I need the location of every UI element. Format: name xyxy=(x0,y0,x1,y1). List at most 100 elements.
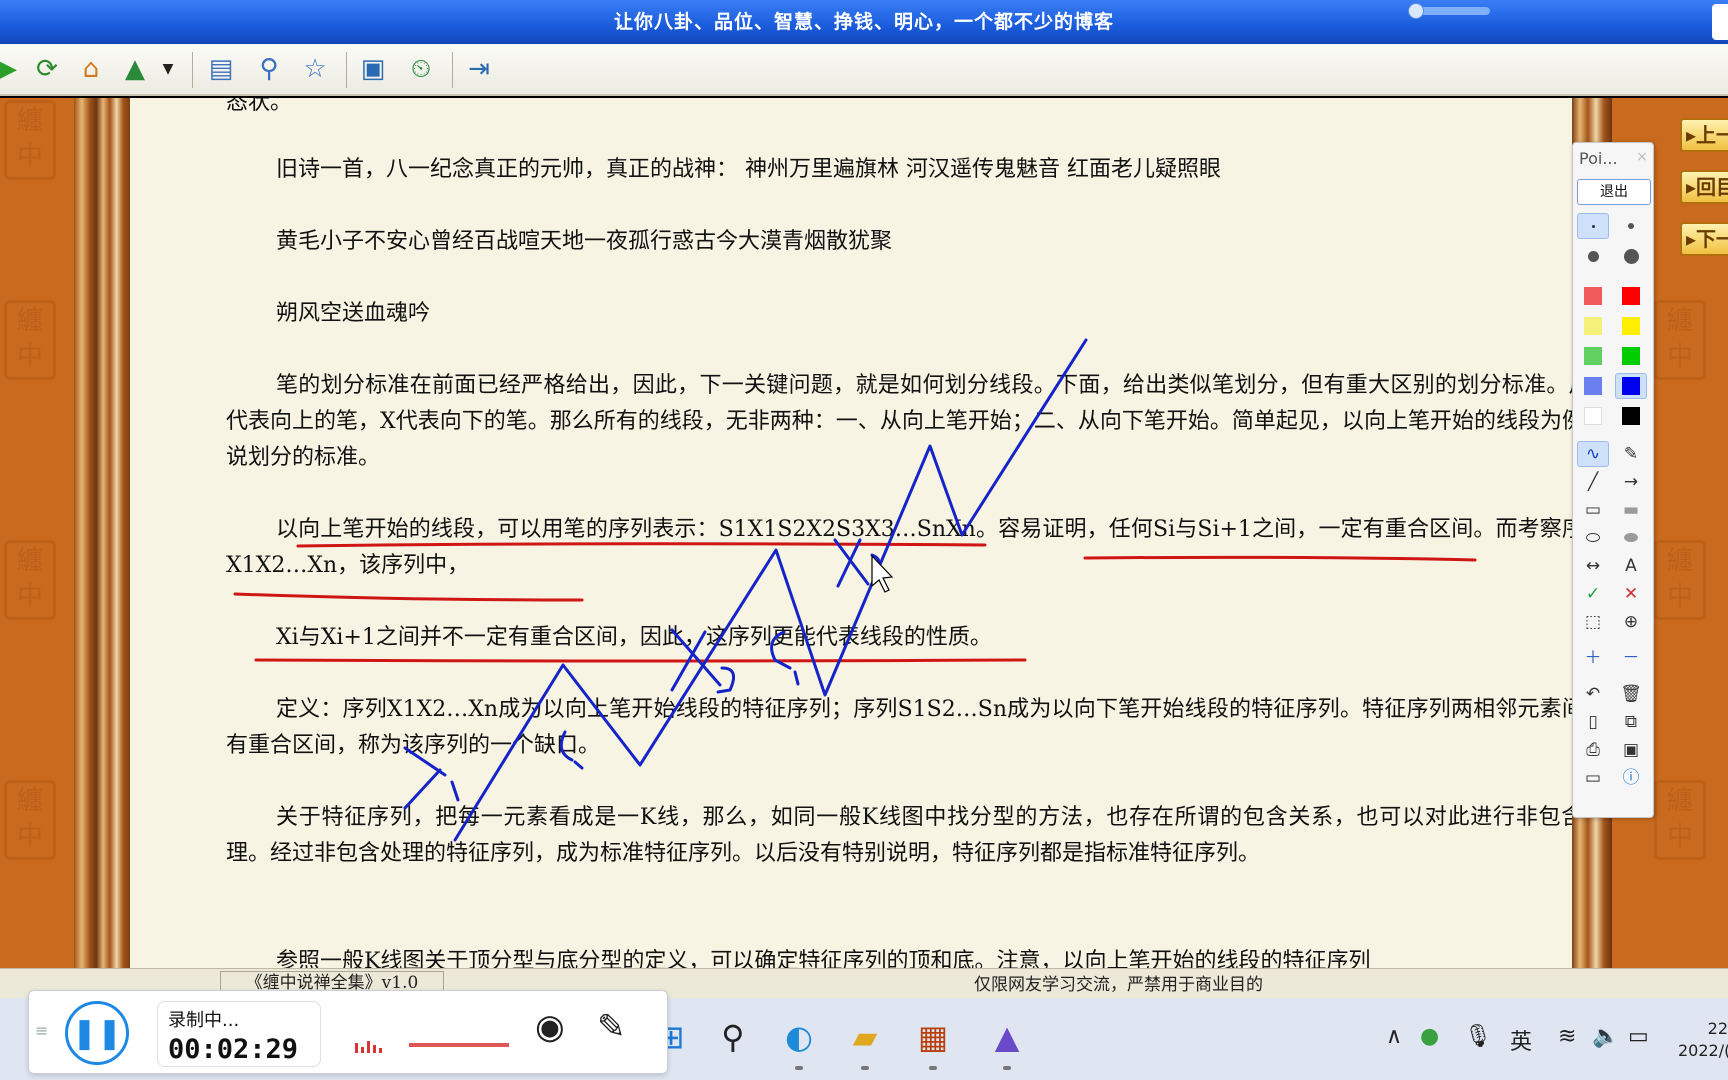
recording-status-box: 录制中... 00:02:29 xyxy=(157,1001,321,1067)
webcam-icon[interactable]: ◉ xyxy=(535,1007,565,1047)
pause-icon: ❚❚ xyxy=(71,1015,123,1051)
color-white xyxy=(1584,407,1602,425)
window-control[interactable] xyxy=(1712,4,1728,40)
favorite-icon[interactable]: ☆ xyxy=(298,52,332,86)
file-explorer-icon[interactable]: ▰ xyxy=(842,1014,888,1070)
rectangle-icon[interactable]: ▭ xyxy=(1577,497,1609,523)
exit-button[interactable]: 退出 xyxy=(1577,179,1651,205)
history-icon[interactable]: ⏲ xyxy=(404,52,438,86)
drag-handle-icon[interactable]: ≡ xyxy=(35,1021,48,1040)
tree-icon[interactable]: ▲ xyxy=(118,52,152,86)
system-clock[interactable]: 22 2022/( xyxy=(1678,1018,1728,1062)
toolbar-separator xyxy=(192,52,193,88)
color-swatch[interactable] xyxy=(1615,313,1647,339)
info-icon[interactable]: ⓘ xyxy=(1615,765,1647,791)
color-light-yellow xyxy=(1584,317,1602,335)
seal-stamp: 纏中 xyxy=(4,780,56,860)
pointer-tool-palette: Poi... × 退出 ∿ ✎ ╱ → ▭ ▬ ⬭ ⬬ ↔ A ✓ ✕ ⬚ ⊕ … xyxy=(1572,142,1654,818)
search-icon[interactable]: ⚲ xyxy=(710,1014,756,1060)
panel-icon[interactable]: ▤ xyxy=(204,52,238,86)
color-swatch[interactable] xyxy=(1577,343,1609,369)
close-icon[interactable]: × xyxy=(1633,149,1651,167)
input-method-indicator[interactable]: 英 xyxy=(1510,1024,1532,1056)
filled-rectangle-icon[interactable]: ▬ xyxy=(1615,497,1647,523)
color-swatch[interactable] xyxy=(1577,403,1609,429)
edge-browser-icon[interactable]: ◐ xyxy=(776,1014,822,1070)
filled-ellipse-icon[interactable]: ⬬ xyxy=(1615,525,1647,551)
color-swatch[interactable] xyxy=(1615,403,1647,429)
zoom-icon[interactable]: ⊕ xyxy=(1615,609,1647,635)
battery-icon[interactable]: ▭ xyxy=(1628,1024,1649,1049)
chevron-up-icon[interactable]: ∧ xyxy=(1386,1024,1402,1049)
highlighter-icon[interactable]: ✎ xyxy=(1615,441,1647,467)
paragraph: 旧诗一首，八一纪念真正的元帅，真正的战神： 神州万里遍旗林 河汉遥传鬼魅音 红面… xyxy=(276,157,1221,182)
text-fragment: 态状。 xyxy=(226,98,293,115)
home-icon[interactable]: ⌂ xyxy=(74,52,108,86)
print-icon[interactable]: ⎙ xyxy=(1577,737,1609,763)
color-swatch[interactable] xyxy=(1615,373,1647,399)
undo-icon[interactable]: ↶ xyxy=(1577,681,1609,707)
recorder-app-icon[interactable]: ▲ xyxy=(984,1014,1030,1070)
color-swatch[interactable] xyxy=(1577,283,1609,309)
line-icon[interactable]: ╱ xyxy=(1577,469,1609,495)
page-icon[interactable]: ▯ xyxy=(1577,709,1609,735)
seal-stamp: 纏中 xyxy=(1654,540,1706,620)
running-indicator xyxy=(1003,1066,1011,1070)
paragraph: 笔的划分标准在前面已经严格给出，因此，下一关键问题，就是如何划分线段。下面，给出… xyxy=(226,373,1572,470)
volume-icon[interactable]: 🔈 xyxy=(1592,1024,1619,1049)
seal-stamp: 纏中 xyxy=(1654,780,1706,860)
palette-title: Poi... xyxy=(1579,149,1618,168)
double-arrow-icon[interactable]: ↔ xyxy=(1577,553,1609,579)
window-icon[interactable]: ▣ xyxy=(356,52,390,86)
refresh-icon[interactable]: ⟳ xyxy=(30,52,64,86)
screen-icon[interactable]: ▭ xyxy=(1577,765,1609,791)
seal-stamp: 纏中 xyxy=(4,540,56,620)
save-icon[interactable]: ▣ xyxy=(1615,737,1647,763)
color-swatch[interactable] xyxy=(1577,373,1609,399)
article-page: 态状。 旧诗一首，八一纪念真正的元帅，真正的战神： 神州万里遍旗林 河汉遥传鬼魅… xyxy=(130,98,1572,968)
forward-icon[interactable]: ▶ xyxy=(0,52,24,86)
cross-icon[interactable]: ✕ xyxy=(1615,581,1647,607)
dropdown-icon[interactable]: ▼ xyxy=(158,52,178,86)
ellipse-icon[interactable]: ⬭ xyxy=(1577,525,1609,551)
clock-time: 22 xyxy=(1707,1019,1728,1038)
arrow-icon[interactable]: → xyxy=(1615,469,1647,495)
screen-recorder-widget: ≡ ❚❚ 录制中... 00:02:29 ◉ ✎ xyxy=(28,990,668,1074)
chan-app-icon[interactable]: ▦ xyxy=(910,1014,956,1070)
pen-size-4[interactable] xyxy=(1615,243,1647,269)
color-swatch[interactable] xyxy=(1615,283,1647,309)
microphone-icon[interactable]: 🎙 xyxy=(1464,1024,1492,1049)
pen-size-3[interactable] xyxy=(1577,243,1609,269)
exit-icon[interactable]: ⇥ xyxy=(462,52,496,86)
pen-size-2[interactable] xyxy=(1615,213,1647,239)
minus-icon[interactable]: － xyxy=(1615,645,1647,671)
color-black xyxy=(1622,407,1640,425)
app-tray-icon[interactable]: ● xyxy=(1420,1024,1439,1049)
prev-page-button[interactable]: ▸上一 xyxy=(1680,118,1728,152)
color-swatch[interactable] xyxy=(1615,343,1647,369)
toc-button[interactable]: ▸回目 xyxy=(1680,170,1728,204)
audio-level-meter xyxy=(355,1011,385,1053)
copy-icon[interactable]: ⧉ xyxy=(1615,709,1647,735)
wifi-icon[interactable]: ≋ xyxy=(1558,1024,1576,1049)
pause-button[interactable]: ❚❚ xyxy=(65,1001,129,1065)
plus-icon[interactable]: ＋ xyxy=(1577,645,1609,671)
color-swatch[interactable] xyxy=(1577,313,1609,339)
pen-icon[interactable]: ✎ xyxy=(597,1007,626,1047)
pen-size-1[interactable] xyxy=(1577,213,1609,239)
crop-icon[interactable]: ⬚ xyxy=(1577,609,1609,635)
seal-stamp: 纏中 xyxy=(4,300,56,380)
volume-slider[interactable] xyxy=(409,1043,509,1047)
trash-icon[interactable]: 🗑 xyxy=(1615,681,1647,707)
status-notice: 仅限网友学习交流，严禁用于商业目的 xyxy=(974,975,1263,995)
toolbar: ▶ ⟳ ⌂ ▲ ▼ ▤ ⚲ ☆ ▣ ⏲ ⇥ xyxy=(0,44,1728,96)
recording-time: 00:02:29 xyxy=(168,1034,299,1065)
text-icon[interactable]: A xyxy=(1615,553,1647,579)
curve-icon[interactable]: ∿ xyxy=(1577,441,1609,467)
color-yellow xyxy=(1622,317,1640,335)
check-icon[interactable]: ✓ xyxy=(1577,581,1609,607)
search-icon[interactable]: ⚲ xyxy=(252,52,286,86)
next-page-button[interactable]: ▸下一 xyxy=(1680,222,1728,256)
slider-knob[interactable] xyxy=(1408,3,1424,19)
opacity-slider[interactable] xyxy=(1408,3,1490,19)
